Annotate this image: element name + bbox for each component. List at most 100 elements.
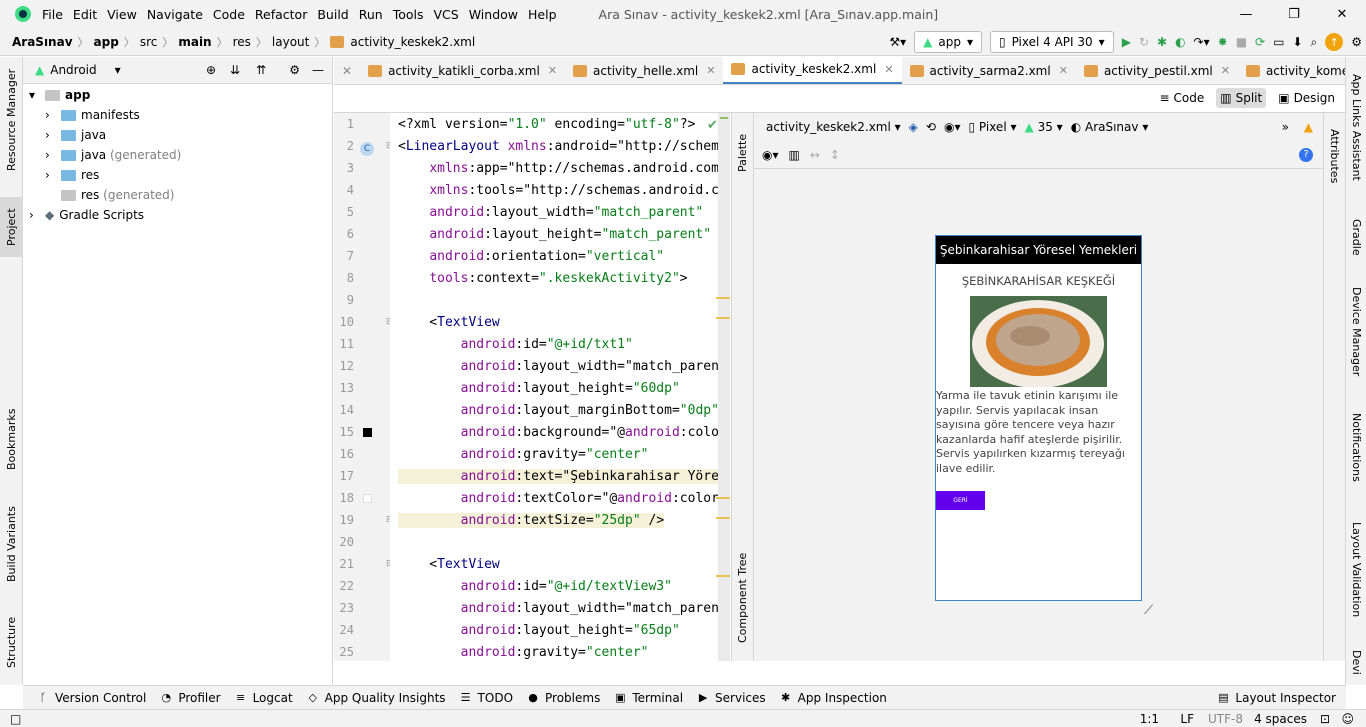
indent-setting[interactable]: 4 spaces [1254,712,1307,726]
file-select[interactable]: activity_keskek2.xml ▾ [766,120,901,134]
settings-icon[interactable]: ⚙ [1351,31,1362,53]
rerun-icon[interactable]: ↻ [1139,31,1149,53]
device-manager-icon[interactable]: ▭ [1273,31,1284,53]
tab-notifications[interactable]: Notifications [1346,402,1366,492]
api-select[interactable]: ▲ 35 ▾ [1025,120,1063,134]
menu-navigate[interactable]: Navigate [147,7,203,22]
resize-handle-icon[interactable]: ⟋ [1144,603,1153,618]
tab-gradle[interactable]: Gradle [1346,207,1366,267]
code-line[interactable]: android:layout_width="match_parent" [398,202,703,224]
tree-item-app[interactable]: ▾ app [29,85,90,105]
hammer-icon[interactable]: ⚒▾ [889,31,906,53]
menu-code[interactable]: Code [213,7,245,22]
minimize-icon[interactable]: — [1222,0,1270,28]
stop-icon[interactable]: ■ [1236,31,1247,53]
tree-item-manifests[interactable]: › manifests [45,105,140,125]
checkmark-icon[interactable]: ✔ [707,118,718,133]
code-line[interactable]: android:layout_width="match_parent [398,356,727,378]
tab-project[interactable]: Project [0,197,23,257]
device-select[interactable]: ▯ Pixel ▾ [968,120,1016,134]
vertical-resize-icon[interactable]: ↕ [830,148,840,162]
tab-app-quality-insights[interactable]: ◇ App Quality Insights [307,691,445,705]
debug-icon[interactable]: ✱ [1157,31,1167,53]
theme-select[interactable]: ◐ AraSınav ▾ [1071,120,1149,134]
tab-palette[interactable]: Palette [732,123,753,183]
sync-icon[interactable]: ⟳ [1255,31,1265,53]
sdk-manager-icon[interactable]: ⬇ [1292,31,1302,53]
menu-tools[interactable]: Tools [393,7,424,22]
close-icon[interactable]: ✕ [334,57,360,84]
close-icon[interactable]: ✕ [884,63,893,76]
more-icon[interactable]: » [1282,120,1289,134]
menu-refactor[interactable]: Refactor [255,7,307,22]
tab-kome[interactable]: activity_kome.xml✕ [1238,57,1345,84]
tree-item-res-generated[interactable]: res (generated) [61,185,174,205]
tab-version-control[interactable]: ᚴ Version Control [37,691,147,705]
tab-app-inspection[interactable]: ✱ App Inspection [780,691,887,705]
tab-helle[interactable]: activity_helle.xml ✕ [565,57,723,84]
code-line[interactable]: android:layout_height="match_parent" [398,224,711,246]
code-line[interactable]: android:textSize="25dp" /> [398,510,665,532]
restore-icon[interactable]: ❐ [1270,0,1318,28]
back-button[interactable]: GERİ [936,490,985,510]
code-line[interactable]: android:gravity="center" [398,444,649,466]
tab-todo[interactable]: ☰ TODO [460,691,513,705]
tab-bookmarks[interactable]: Bookmarks [0,402,23,477]
tab-structure[interactable]: Structure [0,607,23,677]
profile-icon[interactable]: ◐ [1175,31,1185,53]
code-line[interactable]: xmlns:tools="http://schemas.android.co [398,180,726,202]
update-icon[interactable]: ↑ [1325,33,1344,51]
breadcrumb-app[interactable]: app [94,35,119,49]
tab-layout-inspector[interactable]: ▤ Layout Inspector [1217,691,1336,705]
tab-profiler[interactable]: ◔ Profiler [160,691,221,705]
line-ending[interactable]: LF [1180,712,1194,726]
tab-build-variants[interactable]: Build Variants [0,497,23,592]
close-icon[interactable]: ✕ [706,64,715,77]
breadcrumb-res[interactable]: res [233,35,251,49]
breadcrumb-main[interactable]: main [178,35,211,49]
expand-all-icon[interactable]: ⇊ [230,63,240,77]
cursor-position[interactable]: 1:1 [1140,712,1159,726]
code-line[interactable]: <TextView [398,554,499,576]
code-line[interactable]: android:layout_width="match_parent [398,598,727,620]
code-mode-button[interactable]: ≡ Code [1155,88,1208,108]
file-encoding[interactable]: UTF-8 [1208,712,1243,726]
menu-edit[interactable]: Edit [73,7,97,22]
design-mode-button[interactable]: ▣ Design [1274,88,1339,108]
tab-logcat[interactable]: ≡ Logcat [235,691,293,705]
tree-item-java-generated[interactable]: › java (generated) [45,145,181,165]
split-mode-button[interactable]: ▥ Split [1216,88,1267,108]
code-line[interactable]: android:gravity="center" [398,642,649,661]
code-line[interactable]: android:orientation="vertical" [398,246,664,268]
tab-services[interactable]: ▶ Services [697,691,766,705]
menu-view[interactable]: View [107,7,137,22]
run-icon[interactable]: ▶ [1122,31,1131,53]
tab-terminal[interactable]: ▣ Terminal [614,691,683,705]
hide-icon[interactable]: — [312,63,324,77]
close-icon[interactable]: ✕ [1059,64,1068,77]
menu-run[interactable]: Run [359,7,383,22]
code-line[interactable]: tools:context=".keskekActivity2"> [398,268,687,290]
code-line[interactable]: android:layout_height="60dp" [398,378,680,400]
tab-device[interactable]: Devi [1346,642,1366,682]
class-gutter-icon[interactable]: C [360,140,374,156]
layers-icon[interactable]: ◈ [909,120,918,134]
night-mode-icon[interactable]: ◉▾ [944,120,961,134]
gear-icon[interactable]: ⚙ [289,63,300,77]
guides-icon[interactable]: ▥ [789,148,800,162]
breadcrumb-file[interactable]: activity_keskek2.xml [350,35,475,49]
run-config-select[interactable]: ▲ app ▾ [914,31,982,53]
code-line[interactable]: android:id="@+id/txt1" [398,334,633,356]
phone-preview[interactable]: Şebinkarahisar Yöresel Yemekleri ŞEBİNKA… [935,235,1142,601]
tab-sarma2[interactable]: activity_sarma2.xml ✕ [902,57,1076,84]
code-line[interactable]: android:text="Şebinkarahisar Yöres [398,466,727,488]
tree-item-gradle-scripts[interactable]: › ◆ Gradle Scripts [29,205,144,225]
close-icon[interactable]: ✕ [1318,0,1366,28]
search-icon[interactable]: ⌕ [1311,31,1318,53]
tab-problems[interactable]: ● Problems [527,691,600,705]
color-swatch-white-icon[interactable] [363,492,372,506]
locate-icon[interactable]: ⊕ [206,63,216,77]
tab-layout-validation[interactable]: Layout Validation [1346,512,1366,627]
orientation-icon[interactable]: ⟲ [926,120,936,134]
chevron-down-icon[interactable]: ▾ [115,63,121,77]
